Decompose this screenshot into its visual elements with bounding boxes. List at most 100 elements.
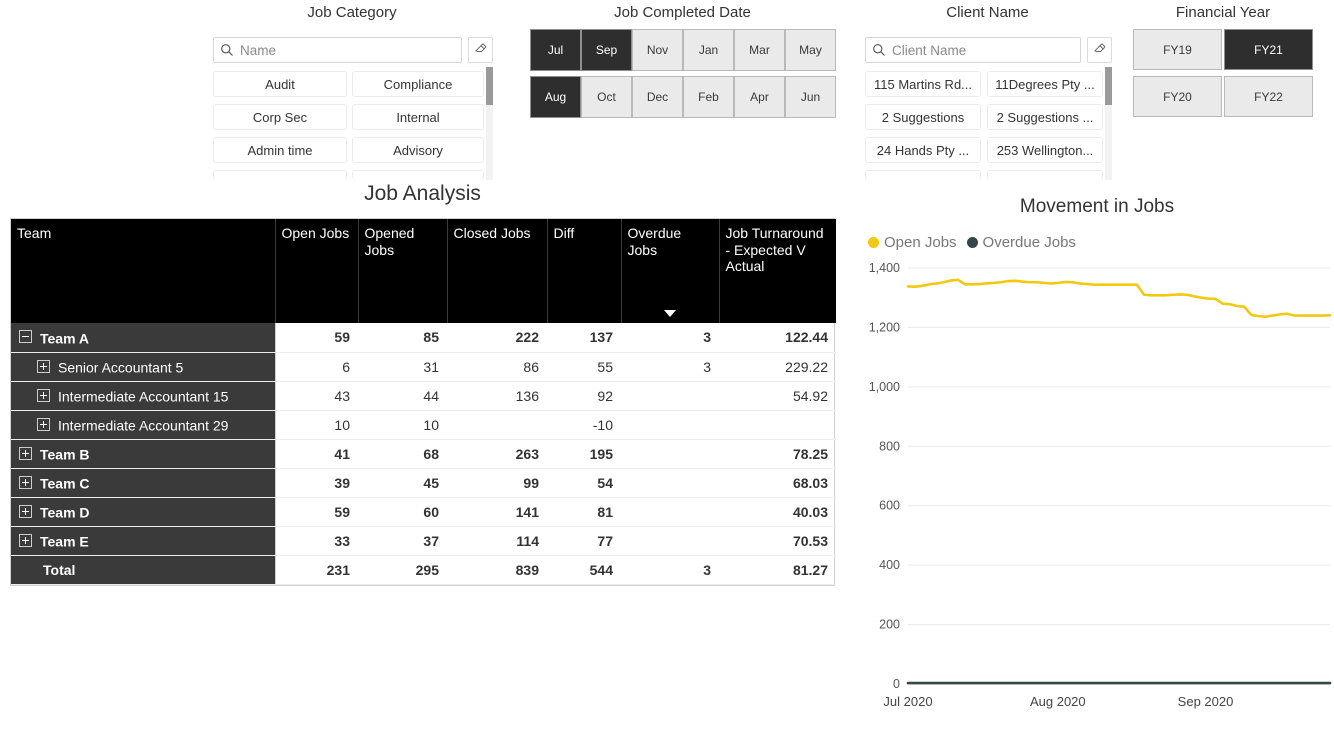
job-category-item-partial-left[interactable] [213, 170, 347, 180]
month-tile-apr[interactable]: Apr [734, 76, 785, 118]
client-name-item-0[interactable]: 115 Martins Rd... [865, 71, 981, 97]
cell-diff: -10 [547, 410, 621, 440]
table-row[interactable]: Team E 33 37 114 77 70.53 [11, 526, 836, 556]
client-name-item-3[interactable]: 2 Suggestions ... [987, 104, 1103, 130]
job-category-item-0[interactable]: Audit [213, 71, 347, 97]
job-category-item-1[interactable]: Compliance [352, 71, 484, 97]
table-row[interactable]: Team B 41 68 263 195 78.25 [11, 439, 836, 469]
month-tile-feb[interactable]: Feb [683, 76, 734, 118]
expand-icon[interactable] [37, 417, 50, 431]
row-header-cell[interactable]: Intermediate Accountant 29 [11, 410, 276, 440]
sort-descending-icon[interactable] [664, 310, 676, 317]
month-tile-nov[interactable]: Nov [632, 29, 683, 71]
tile-label: Sep [595, 43, 618, 57]
tile-label: May [799, 43, 822, 57]
tile-label: FY22 [1254, 89, 1283, 104]
y-axis-tick-label: 600 [879, 499, 900, 513]
client-name-item-2[interactable]: 2 Suggestions [865, 104, 981, 130]
header-label: Job Turnaround - Expected V Actual [725, 225, 824, 275]
expand-icon[interactable] [37, 359, 50, 373]
column-header-closed-jobs[interactable]: Closed Jobs [447, 219, 548, 323]
legend-item-overdue-jobs[interactable]: Overdue Jobs [966, 234, 1076, 251]
tile-label: FY20 [1163, 89, 1192, 104]
legend-item-open-jobs[interactable]: Open Jobs [868, 234, 957, 251]
job-category-item-partial-right[interactable] [352, 170, 484, 180]
column-header-job-turnaround[interactable]: Job Turnaround - Expected V Actual [719, 219, 836, 323]
month-tile-jan[interactable]: Jan [683, 29, 734, 71]
column-header-overdue-jobs[interactable]: Overdue Jobs [621, 219, 720, 323]
month-tile-jul[interactable]: Jul [530, 29, 581, 71]
row-header-cell[interactable]: Team E [11, 526, 276, 556]
month-tile-aug[interactable]: Aug [530, 76, 581, 118]
job-category-item-4[interactable]: Admin time [213, 137, 347, 163]
job-category-item-5[interactable]: Advisory [352, 137, 484, 163]
cell-turnaround [719, 410, 836, 440]
table-row[interactable]: Intermediate Accountant 29 10 10 -10 [11, 410, 836, 440]
client-name-clear-button[interactable] [1087, 37, 1112, 63]
cell-turnaround: 40.03 [719, 497, 836, 527]
table-row[interactable]: Intermediate Accountant 15 43 44 136 92 54.92 [11, 381, 836, 411]
job-completed-date-title: Job Completed Date [614, 4, 751, 21]
matrix-header-row: Team Open Jobs Opened Jobs Closed Jobs D… [11, 219, 836, 323]
client-name-item-1[interactable]: 11Degrees Pty ... [987, 71, 1103, 97]
row-header-cell[interactable]: Intermediate Accountant 15 [11, 381, 276, 411]
collapse-icon[interactable] [19, 330, 32, 344]
column-header-team[interactable]: Team [11, 219, 276, 323]
month-tile-oct[interactable]: Oct [581, 76, 632, 118]
month-tile-mar[interactable]: Mar [734, 29, 785, 71]
financial-year-tile-fy19[interactable]: FY19 [1133, 29, 1222, 70]
expand-icon[interactable] [19, 475, 32, 489]
tile-label: Jun [800, 90, 821, 104]
client-name-item-4[interactable]: 24 Hands Pty ... [865, 137, 981, 163]
expand-icon[interactable] [19, 504, 32, 518]
row-header-cell[interactable]: Team A [11, 323, 276, 353]
chip-label: Advisory [393, 142, 443, 158]
table-row[interactable]: Team A 59 85 222 137 3 122.44 [11, 323, 836, 353]
client-name-item-partial-left[interactable] [865, 170, 981, 180]
row-header-cell[interactable]: Team B [11, 439, 276, 469]
header-label: Opened Jobs [364, 225, 415, 258]
client-name-item-5[interactable]: 253 Wellington... [987, 137, 1103, 163]
job-category-item-2[interactable]: Corp Sec [213, 104, 347, 130]
cell-diff: 77 [547, 526, 621, 556]
month-tile-may[interactable]: May [785, 29, 836, 71]
client-name-scrollbar[interactable] [1105, 67, 1112, 180]
job-category-item-3[interactable]: Internal [352, 104, 484, 130]
chip-label: 11Degrees Pty ... [995, 76, 1095, 92]
table-row[interactable]: Team D 59 60 141 81 40.03 [11, 497, 836, 527]
client-name-item-partial-right[interactable] [987, 170, 1103, 180]
row-header-cell[interactable]: Team D [11, 497, 276, 527]
row-header-cell[interactable]: Senior Accountant 5 [11, 352, 276, 382]
legend-label: Overdue Jobs [982, 234, 1076, 251]
job-category-search-input[interactable]: Name [213, 37, 462, 63]
search-icon [872, 43, 886, 57]
financial-year-tile-fy20[interactable]: FY20 [1133, 76, 1222, 117]
legend-label: Open Jobs [884, 234, 957, 251]
table-row[interactable]: Senior Accountant 5 6 31 86 55 3 229.22 [11, 352, 836, 382]
month-tile-sep[interactable]: Sep [581, 29, 632, 71]
tile-label: FY21 [1254, 42, 1283, 57]
table-row[interactable]: Team C 39 45 99 54 68.03 [11, 468, 836, 498]
month-tile-dec[interactable]: Dec [632, 76, 683, 118]
client-name-search-input[interactable]: Client Name [865, 37, 1081, 63]
tile-label: FY19 [1163, 42, 1192, 57]
financial-year-tile-fy21[interactable]: FY21 [1224, 29, 1313, 70]
month-tile-jun[interactable]: Jun [785, 76, 836, 118]
tile-label: Apr [750, 90, 769, 104]
cell-open: 33 [275, 526, 358, 556]
row-header-total: Total [11, 555, 276, 585]
expand-icon[interactable] [19, 446, 32, 460]
expand-icon[interactable] [19, 533, 32, 547]
total-cell-opened: 295 [358, 555, 447, 585]
column-header-opened-jobs[interactable]: Opened Jobs [358, 219, 448, 323]
financial-year-tile-fy22[interactable]: FY22 [1224, 76, 1313, 117]
column-header-open-jobs[interactable]: Open Jobs [275, 219, 359, 323]
expand-icon[interactable] [37, 388, 50, 402]
client-name-scroll-thumb[interactable] [1105, 67, 1112, 105]
job-category-scrollbar[interactable] [486, 67, 493, 180]
job-category-title: Job Category [307, 4, 397, 21]
job-category-clear-button[interactable] [468, 37, 493, 63]
column-header-diff[interactable]: Diff [547, 219, 622, 323]
job-category-scroll-thumb[interactable] [486, 67, 493, 105]
row-header-cell[interactable]: Team C [11, 468, 276, 498]
